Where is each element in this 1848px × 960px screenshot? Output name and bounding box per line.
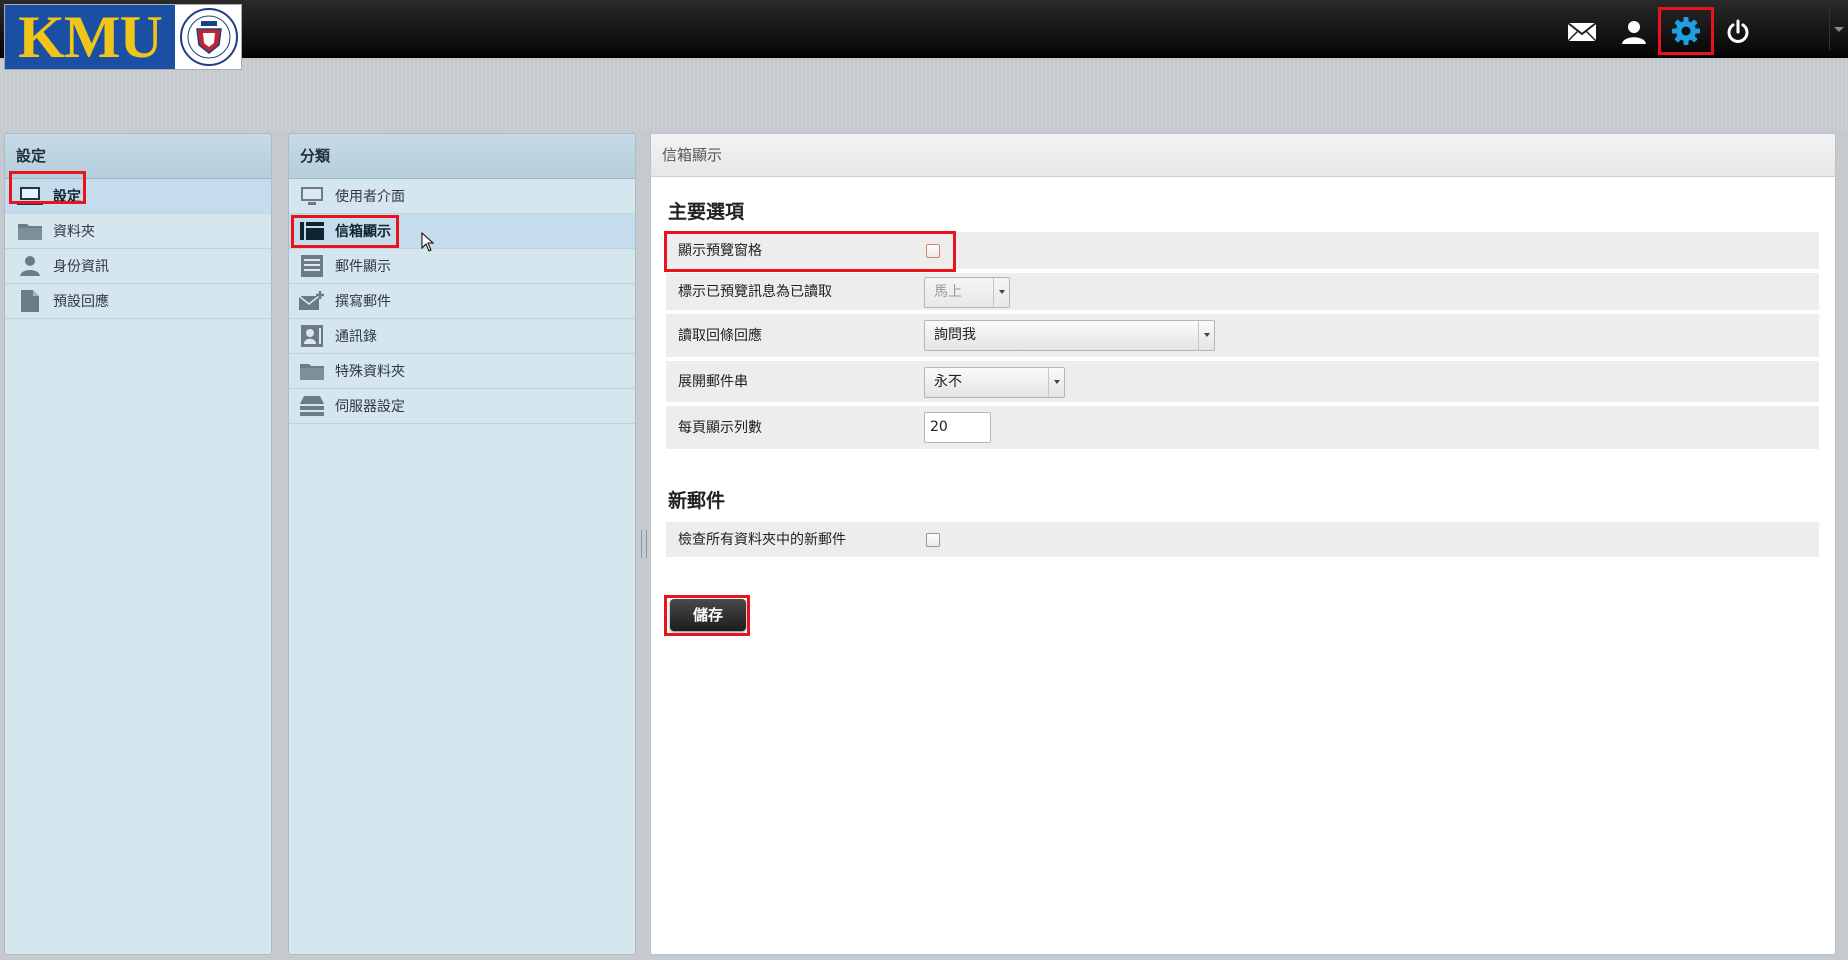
settings-item-settings[interactable]: 設定	[5, 179, 271, 214]
settings-panel-title: 設定	[5, 134, 271, 179]
show-preview-label: 顯示預覽窗格	[678, 243, 762, 259]
rows-per-page-label: 每頁顯示列數	[678, 420, 762, 436]
category-panel-title: 分類	[289, 134, 635, 179]
mark-read-select[interactable]: 馬上	[924, 277, 1010, 308]
settings-item-identities[interactable]: 身份資訊	[5, 249, 271, 284]
header-band	[0, 59, 1848, 131]
read-receipt-value: 詢問我	[934, 327, 976, 343]
row-mark-read: 標示已預覽訊息為已讀取 馬上	[666, 273, 1819, 312]
kmu-logo: KMU	[4, 4, 242, 70]
settings-item-label: 資料夾	[53, 224, 95, 240]
show-preview-checkbox[interactable]	[926, 244, 940, 258]
row-read-receipt: 讀取回條回應 詢問我	[666, 314, 1819, 359]
category-item-addressbook[interactable]: 通訊錄	[289, 319, 635, 354]
expand-threads-value: 永不	[934, 374, 962, 390]
mark-read-label: 標示已預覽訊息為已讀取	[678, 284, 832, 300]
monitor-icon	[17, 185, 43, 207]
power-icon[interactable]	[1710, 8, 1766, 56]
category-item-special-folders[interactable]: 特殊資料夾	[289, 354, 635, 389]
mail-icon[interactable]	[1554, 8, 1610, 56]
chevron-down-icon	[1048, 368, 1064, 397]
folder-icon	[299, 360, 325, 382]
person-icon	[17, 255, 43, 277]
mailbox-layout-icon	[299, 220, 325, 242]
document-icon	[17, 290, 43, 312]
server-icon	[299, 395, 325, 417]
row-expand-threads: 展開郵件串 永不	[666, 361, 1819, 404]
user-icon[interactable]	[1606, 8, 1662, 56]
save-button[interactable]: 儲存	[670, 599, 746, 631]
check-all-folders-checkbox[interactable]	[926, 533, 940, 547]
mouse-cursor-icon	[421, 232, 435, 252]
mark-read-value: 馬上	[934, 284, 962, 300]
section-title-new-mail: 新郵件	[668, 490, 726, 512]
category-item-mailbox-view[interactable]: 信箱顯示	[289, 214, 635, 249]
category-item-label: 通訊錄	[335, 329, 377, 345]
panel-splitter[interactable]	[641, 530, 647, 558]
compose-icon	[299, 290, 325, 312]
category-item-message-view[interactable]: 郵件顯示	[289, 249, 635, 284]
category-item-user-interface[interactable]: 使用者介面	[289, 179, 635, 214]
category-item-label: 使用者介面	[335, 189, 405, 205]
check-all-folders-label: 檢查所有資料夾中的新郵件	[678, 532, 846, 548]
row-rows-per-page: 每頁顯示列數 20	[666, 406, 1819, 451]
message-view-icon	[299, 255, 325, 277]
main-panel-title: 信箱顯示	[651, 134, 1835, 177]
settings-item-label: 設定	[53, 189, 81, 205]
row-check-all-folders: 檢查所有資料夾中的新郵件	[666, 522, 1819, 559]
addressbook-icon	[299, 325, 325, 347]
category-item-label: 伺服器設定	[335, 399, 405, 415]
settings-panel: 設定 設定 資料夾 身份資訊 預設回應	[4, 133, 272, 955]
category-item-label: 郵件顯示	[335, 259, 391, 275]
chevron-down-icon	[993, 278, 1009, 307]
category-item-label: 信箱顯示	[335, 224, 391, 240]
row-show-preview: 顯示預覽窗格	[666, 232, 1819, 271]
read-receipt-select[interactable]: 詢問我	[924, 320, 1215, 351]
read-receipt-label: 讀取回條回應	[678, 328, 762, 344]
settings-item-responses[interactable]: 預設回應	[5, 284, 271, 319]
topbar-separator	[1829, 8, 1830, 50]
monitor-icon	[299, 185, 325, 207]
settings-item-label: 身份資訊	[53, 259, 109, 275]
category-item-label: 撰寫郵件	[335, 294, 391, 310]
category-item-compose[interactable]: 撰寫郵件	[289, 284, 635, 319]
section-title-main-options: 主要選項	[668, 201, 745, 223]
chevron-down-icon	[1198, 321, 1214, 350]
settings-item-folders[interactable]: 資料夾	[5, 214, 271, 249]
rows-per-page-input[interactable]: 20	[924, 412, 991, 443]
logo-text: KMU	[5, 5, 175, 69]
category-panel: 分類 使用者介面 信箱顯示 郵件顯示 撰寫郵件 通訊錄 特殊資料夾 伺服器設定	[288, 133, 636, 955]
expand-threads-label: 展開郵件串	[678, 374, 748, 390]
university-seal-icon	[180, 8, 238, 66]
expand-threads-select[interactable]: 永不	[924, 367, 1065, 398]
folder-icon	[17, 220, 43, 242]
menu-caret-icon[interactable]	[1834, 27, 1844, 32]
settings-item-label: 預設回應	[53, 294, 109, 310]
top-bar: KMU	[0, 0, 1848, 70]
gear-icon[interactable]	[1658, 7, 1714, 55]
category-item-label: 特殊資料夾	[335, 364, 405, 380]
mailbox-view-panel: 信箱顯示 主要選項 顯示預覽窗格 標示已預覽訊息為已讀取 馬上 讀取回條回應 詢…	[650, 133, 1836, 955]
category-item-server[interactable]: 伺服器設定	[289, 389, 635, 424]
